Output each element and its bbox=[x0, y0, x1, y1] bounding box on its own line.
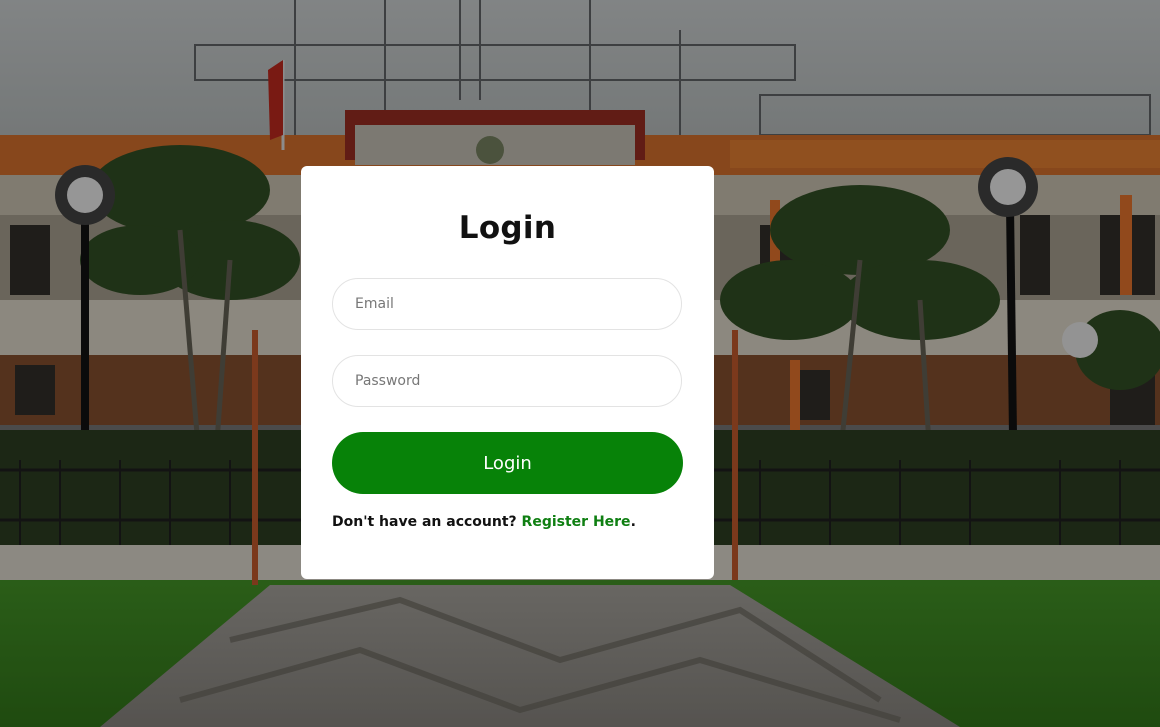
login-card: Login Login Don't have an account? Regis… bbox=[301, 166, 714, 579]
register-prompt-suffix: . bbox=[630, 514, 636, 530]
register-prompt-text: Don't have an account? bbox=[332, 514, 522, 530]
login-title: Login bbox=[458, 210, 557, 246]
register-prompt: Don't have an account? Register Here. bbox=[332, 514, 636, 530]
password-field[interactable] bbox=[332, 355, 682, 407]
login-page: Login Login Don't have an account? Regis… bbox=[0, 0, 1160, 727]
email-field[interactable] bbox=[332, 278, 682, 330]
register-link[interactable]: Register Here bbox=[522, 514, 631, 530]
login-button[interactable]: Login bbox=[332, 432, 683, 494]
